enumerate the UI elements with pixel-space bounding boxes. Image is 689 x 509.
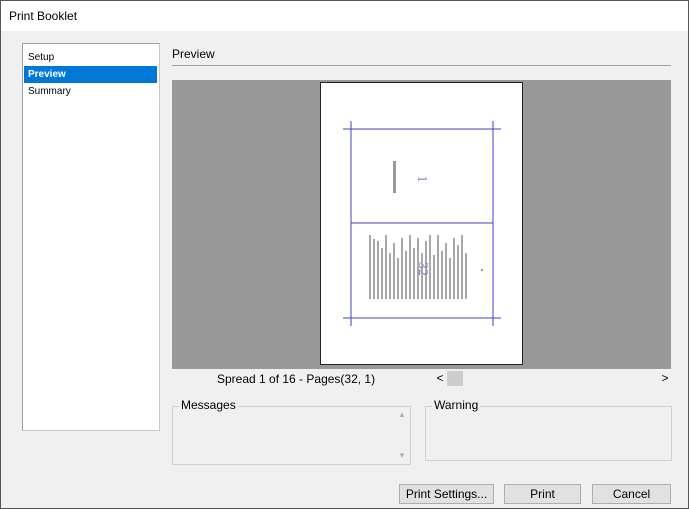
spread-label: Spread 1 of 16 - Pages(32, 1): [217, 372, 376, 386]
window-title: Print Booklet: [9, 9, 78, 23]
page-number-bottom: 32: [415, 262, 430, 276]
messages-scrollbar[interactable]: ▲ ▼: [394, 407, 410, 464]
print-button[interactable]: Print: [504, 484, 581, 504]
preview-page: 1 32: [320, 82, 523, 365]
messages-group: Messages ▲ ▼: [172, 398, 411, 465]
print-booklet-dialog: Print Booklet Setup Preview Summary Prev…: [0, 0, 689, 509]
warning-group: Warning: [425, 398, 672, 461]
sidebar-item-summary[interactable]: Summary: [24, 83, 157, 100]
warning-label: Warning: [432, 398, 481, 412]
section-title: Preview: [172, 47, 215, 61]
text-block: [393, 161, 396, 193]
page-thumbnail: 1 32: [343, 121, 501, 326]
sidebar-item-setup[interactable]: Setup: [24, 49, 157, 66]
dot-mark: [481, 269, 483, 271]
sidebar-item-preview[interactable]: Preview: [24, 66, 157, 83]
cancel-button[interactable]: Cancel: [592, 484, 671, 504]
scroll-left-arrow[interactable]: <: [435, 371, 445, 385]
preview-area: 1 32: [172, 80, 671, 369]
title-bar: Print Booklet: [1, 1, 688, 31]
messages-label: Messages: [179, 398, 238, 412]
section-divider: [172, 65, 671, 66]
scroll-right-arrow[interactable]: >: [660, 371, 670, 385]
scroll-thumb[interactable]: [447, 371, 463, 386]
scroll-up-icon[interactable]: ▲: [397, 410, 407, 419]
sidebar-nav: Setup Preview Summary: [22, 43, 160, 431]
print-settings-button[interactable]: Print Settings...: [399, 484, 494, 504]
scroll-down-icon[interactable]: ▼: [397, 451, 407, 460]
page-number-top: 1: [414, 176, 429, 183]
